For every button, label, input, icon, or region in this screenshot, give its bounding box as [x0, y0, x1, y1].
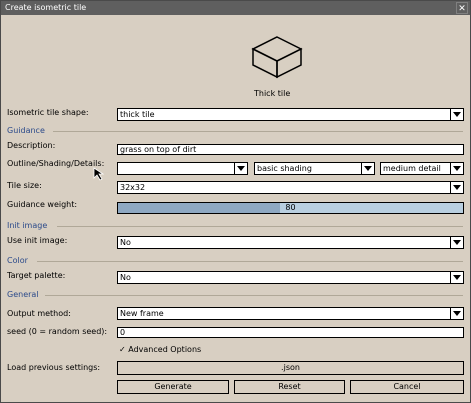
general-divider	[45, 295, 463, 296]
general-heading: General	[7, 290, 39, 299]
chevron-down-icon[interactable]	[450, 163, 463, 174]
chevron-down-icon[interactable]	[450, 272, 463, 283]
cube-icon	[251, 36, 303, 79]
weight-label: Guidance weight:	[7, 200, 78, 209]
detail-select[interactable]: medium detail	[380, 162, 464, 175]
chevron-down-icon[interactable]	[450, 308, 463, 319]
init-image-select-value: No	[120, 238, 131, 247]
palette-label: Target palette:	[7, 271, 66, 280]
advanced-options-checkbox[interactable]: ✓ Advanced Options	[119, 345, 201, 355]
detail-select-value: medium detail	[383, 164, 441, 173]
title-bar[interactable]: Create isometric tile ✕	[1, 1, 470, 15]
description-input[interactable]: grass on top of dirt	[117, 144, 464, 155]
init-image-label: Use init image:	[7, 236, 68, 245]
shading-select[interactable]: basic shading	[254, 162, 375, 175]
slider-value: 80	[285, 203, 296, 212]
guidance-heading: Guidance	[7, 126, 45, 135]
palette-select[interactable]: No	[117, 271, 464, 284]
init-image-heading: Init image	[7, 221, 48, 230]
chevron-down-icon[interactable]	[234, 163, 247, 174]
shape-select-value: thick tile	[120, 110, 155, 119]
shading-select-value: basic shading	[257, 164, 312, 173]
palette-select-value: No	[120, 273, 131, 282]
color-heading: Color	[7, 256, 28, 265]
tile-size-select-value: 32x32	[120, 183, 146, 192]
outline-select[interactable]	[117, 162, 248, 175]
output-select-value: New frame	[120, 309, 164, 318]
seed-label: seed (0 = random seed):	[7, 327, 108, 336]
cursor-icon	[93, 167, 105, 181]
preview-caption: Thick tile	[254, 89, 291, 98]
load-label: Load previous settings:	[7, 363, 101, 372]
description-label: Description:	[7, 141, 56, 150]
chevron-down-icon[interactable]	[361, 163, 374, 174]
generate-button[interactable]: Generate	[117, 380, 229, 394]
tile-size-label: Tile size:	[7, 181, 42, 190]
chevron-down-icon[interactable]	[450, 109, 463, 120]
shape-select[interactable]: thick tile	[117, 108, 464, 121]
shape-label: Isometric tile shape:	[7, 108, 89, 117]
color-divider	[37, 261, 463, 262]
init-image-divider	[57, 226, 463, 227]
output-select[interactable]: New frame	[117, 307, 464, 320]
cancel-button[interactable]: Cancel	[350, 380, 464, 394]
chevron-down-icon[interactable]	[450, 237, 463, 248]
guidance-weight-slider[interactable]: 80	[117, 202, 464, 214]
tile-size-select[interactable]: 32x32	[117, 181, 464, 194]
guidance-divider	[53, 131, 463, 132]
output-label: Output method:	[7, 309, 71, 318]
close-icon[interactable]: ✕	[456, 2, 468, 14]
osd-label: Outline/Shading/Details:	[7, 159, 105, 168]
seed-input[interactable]: 0	[117, 327, 464, 338]
window-title: Create isometric tile	[5, 3, 87, 12]
checkmark-icon: ✓	[119, 345, 126, 354]
chevron-down-icon[interactable]	[450, 182, 463, 193]
reset-button[interactable]: Reset	[234, 380, 345, 394]
init-image-select[interactable]: No	[117, 236, 464, 249]
advanced-options-label: Advanced Options	[128, 345, 202, 354]
load-json-button[interactable]: .json	[117, 361, 464, 375]
dialog-window: Create isometric tile ✕ Thick tile Isome…	[0, 0, 471, 403]
